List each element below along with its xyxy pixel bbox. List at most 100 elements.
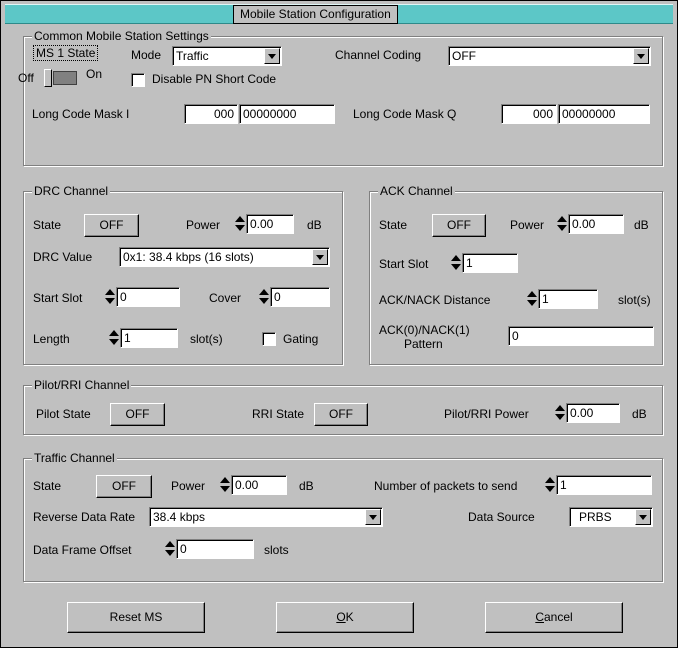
- drc-power-label: Power: [186, 218, 221, 232]
- channel-coding-label: Channel Coding: [335, 48, 422, 62]
- reset-ms-button[interactable]: Reset MS: [67, 602, 205, 633]
- mobile-station-config-dialog: Mobile Station Configuration Common Mobi…: [0, 0, 678, 648]
- ok-label-rest: K: [345, 610, 354, 624]
- ack-state-button[interactable]: OFF: [432, 214, 486, 237]
- ack-channel-group: ACK Channel State OFF Power 0.00 dB Star…: [369, 184, 663, 365]
- ms-state-toggle[interactable]: [42, 69, 78, 87]
- rri-state-label: RRI State: [252, 407, 305, 421]
- ack-start-slot-spinner[interactable]: [450, 253, 461, 273]
- common-settings-legend: Common Mobile Station Settings: [32, 29, 211, 43]
- pilot-rri-power-label: Pilot/RRI Power: [444, 407, 529, 421]
- cancel-button[interactable]: Cancel: [485, 602, 623, 633]
- long-code-q-lo-input[interactable]: 00000000: [558, 104, 650, 124]
- packets-spinner[interactable]: [544, 475, 555, 495]
- reverse-data-rate-dropdown-button[interactable]: [365, 509, 381, 525]
- mode-value: Traffic: [176, 49, 209, 63]
- off-label: Off: [18, 71, 34, 85]
- long-code-q-hi-input[interactable]: 000: [501, 104, 557, 124]
- ack-pattern-label-line2: Pattern: [404, 337, 443, 351]
- long-code-i-lo-input[interactable]: 00000000: [239, 104, 335, 124]
- title-bar[interactable]: Mobile Station Configuration: [5, 4, 673, 24]
- ack-power-input[interactable]: 0.00: [568, 214, 624, 234]
- pilot-state-label: Pilot State: [36, 407, 91, 421]
- cancel-mnemonic: C: [535, 610, 544, 624]
- common-settings-group: Common Mobile Station Settings MS 1 Stat…: [18, 29, 663, 166]
- disable-pn-checkbox[interactable]: [131, 73, 145, 87]
- toggle-track: [53, 71, 77, 85]
- channel-coding-dropdown-button[interactable]: [633, 48, 649, 64]
- packets-label: Number of packets to send: [374, 479, 518, 493]
- data-frame-offset-input[interactable]: 0: [176, 539, 254, 559]
- drc-state-button[interactable]: OFF: [84, 214, 139, 237]
- data-frame-offset-spinner[interactable]: [164, 539, 175, 559]
- ack-legend: ACK Channel: [378, 184, 455, 198]
- drc-power-input[interactable]: 0.00: [246, 214, 294, 234]
- drc-cover-label: Cover: [209, 291, 242, 305]
- data-source-value: PRBS: [579, 510, 612, 524]
- packets-input[interactable]: 1: [556, 475, 652, 495]
- pilot-rri-power-input[interactable]: 0.00: [566, 403, 620, 423]
- drc-value-text: 0x1: 38.4 kbps (16 slots): [123, 250, 254, 264]
- pilot-rri-power-spinner[interactable]: [554, 403, 565, 423]
- drc-value-label: DRC Value: [33, 250, 93, 264]
- pilot-rri-channel-group: Pilot/RRI Channel Pilot State OFF RRI St…: [23, 378, 663, 435]
- traffic-state-label: State: [33, 479, 62, 493]
- long-code-i-hi-input[interactable]: 000: [184, 104, 238, 124]
- channel-coding-select[interactable]: OFF: [448, 46, 651, 66]
- ack-distance-input[interactable]: 1: [538, 289, 598, 309]
- traffic-state-button[interactable]: OFF: [96, 475, 152, 498]
- ack-pattern-label-line1: ACK(0)/NACK(1): [379, 323, 470, 337]
- long-code-q-label: Long Code Mask Q: [353, 107, 457, 121]
- traffic-channel-group: Traffic Channel State OFF Power 0.00 dB …: [23, 451, 663, 582]
- traffic-power-label: Power: [171, 479, 206, 493]
- gating-label: Gating: [283, 332, 319, 346]
- data-frame-offset-unit: slots: [264, 543, 289, 557]
- ack-start-slot-input[interactable]: 1: [462, 253, 518, 273]
- ack-power-unit: dB: [634, 218, 649, 232]
- reverse-data-rate-value: 38.4 kbps: [153, 510, 206, 524]
- drc-cover-input[interactable]: 0: [270, 287, 330, 307]
- drc-legend: DRC Channel: [32, 184, 111, 198]
- drc-start-slot-spinner[interactable]: [104, 287, 115, 307]
- drc-length-input[interactable]: 1: [120, 328, 178, 348]
- pilot-state-button[interactable]: OFF: [110, 403, 165, 426]
- data-source-label: Data Source: [468, 510, 535, 524]
- drc-length-label: Length: [33, 332, 70, 346]
- reset-ms-label: Reset MS: [109, 610, 163, 624]
- ack-distance-spinner[interactable]: [526, 289, 537, 309]
- data-source-dropdown-button[interactable]: [635, 509, 651, 525]
- toggle-thumb[interactable]: [44, 69, 52, 87]
- drc-start-slot-input[interactable]: 0: [116, 287, 180, 307]
- drc-value-select[interactable]: 0x1: 38.4 kbps (16 slots): [119, 247, 330, 267]
- data-frame-offset-label: Data Frame Offset: [33, 543, 132, 557]
- drc-length-unit: slot(s): [190, 332, 223, 346]
- drc-power-spinner[interactable]: [234, 214, 245, 234]
- channel-coding-value: OFF: [452, 49, 476, 63]
- drc-state-label: State: [33, 218, 62, 232]
- reverse-data-rate-select[interactable]: 38.4 kbps: [149, 507, 383, 527]
- ok-button[interactable]: OK: [276, 602, 414, 633]
- rri-state-button[interactable]: OFF: [314, 403, 368, 426]
- ack-pattern-input[interactable]: 0: [508, 326, 654, 346]
- mode-dropdown-button[interactable]: [264, 48, 280, 64]
- ms-state-label: MS 1 State: [33, 45, 99, 61]
- traffic-power-spinner[interactable]: [219, 475, 230, 495]
- traffic-power-input[interactable]: 0.00: [231, 475, 287, 495]
- disable-pn-label: Disable PN Short Code: [152, 72, 277, 86]
- pilot-rri-power-unit: dB: [632, 407, 647, 421]
- pilot-rri-legend: Pilot/RRI Channel: [32, 378, 132, 392]
- ack-distance-label: ACK/NACK Distance: [379, 293, 491, 307]
- gating-checkbox[interactable]: [262, 332, 276, 346]
- cancel-label-rest: ancel: [543, 610, 573, 624]
- drc-length-spinner[interactable]: [108, 328, 119, 348]
- drc-cover-spinner[interactable]: [258, 287, 269, 307]
- data-source-select[interactable]: PRBS: [569, 507, 653, 527]
- drc-value-dropdown-button[interactable]: [312, 249, 328, 265]
- traffic-legend: Traffic Channel: [32, 451, 117, 465]
- drc-channel-group: DRC Channel State OFF Power 0.00 dB DRC …: [23, 184, 343, 365]
- ack-power-label: Power: [510, 218, 545, 232]
- ack-power-spinner[interactable]: [556, 214, 567, 234]
- ack-start-slot-label: Start Slot: [379, 257, 429, 271]
- mode-select[interactable]: Traffic: [172, 46, 282, 66]
- ack-distance-unit: slot(s): [618, 293, 651, 307]
